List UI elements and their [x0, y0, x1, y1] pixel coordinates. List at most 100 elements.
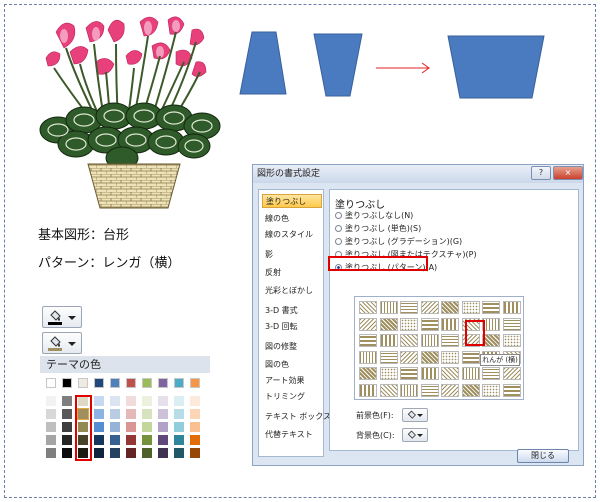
color-swatch[interactable] [190, 396, 200, 406]
color-swatch[interactable] [110, 396, 120, 406]
color-swatch[interactable] [62, 396, 72, 406]
nav-item[interactable]: 3-D 書式 [262, 304, 322, 318]
pattern-swatch[interactable] [379, 383, 398, 397]
color-swatch[interactable] [94, 422, 104, 432]
color-swatch[interactable] [78, 378, 88, 388]
color-swatch[interactable] [110, 435, 120, 445]
nav-item[interactable]: トリミング [262, 390, 322, 404]
nav-item[interactable]: 反射 [262, 266, 322, 280]
color-swatch[interactable] [46, 435, 56, 445]
color-swatch[interactable] [174, 435, 184, 445]
pattern-swatch[interactable] [482, 383, 500, 397]
pattern-swatch[interactable] [359, 334, 377, 347]
radio-dot[interactable] [335, 225, 342, 232]
help-button[interactable]: ? [531, 166, 551, 180]
color-swatch[interactable] [46, 448, 56, 458]
color-swatch[interactable] [126, 435, 136, 445]
foreground-color-button[interactable] [402, 408, 428, 422]
color-swatch[interactable] [142, 378, 152, 388]
color-swatch[interactable] [126, 422, 136, 432]
color-swatch[interactable] [174, 378, 184, 388]
color-swatch[interactable] [190, 448, 200, 458]
color-swatch[interactable] [174, 396, 184, 406]
color-swatch[interactable] [62, 435, 72, 445]
color-swatch[interactable] [62, 422, 72, 432]
color-swatch[interactable] [126, 409, 136, 419]
color-swatch[interactable] [62, 448, 72, 458]
color-swatch[interactable] [158, 409, 168, 419]
color-swatch[interactable] [46, 422, 56, 432]
nav-item[interactable]: 線のスタイル [262, 228, 322, 242]
pattern-swatch[interactable] [441, 350, 459, 364]
nav-item[interactable]: 光彩とぼかし [262, 284, 322, 298]
nav-item[interactable]: 線の色 [262, 212, 322, 226]
pattern-swatch[interactable] [379, 301, 398, 314]
pattern-swatch[interactable] [420, 383, 439, 397]
color-swatch[interactable] [46, 409, 56, 419]
nav-item[interactable]: テキスト ボックス [262, 410, 331, 424]
color-swatch[interactable] [174, 422, 184, 432]
color-swatch[interactable] [62, 409, 72, 419]
pattern-swatch[interactable] [400, 383, 418, 397]
color-swatch[interactable] [62, 378, 72, 388]
color-swatch[interactable] [110, 422, 120, 432]
color-swatch[interactable] [110, 378, 120, 388]
pattern-swatch[interactable] [502, 317, 521, 331]
pattern-swatch[interactable] [400, 301, 418, 314]
color-swatch[interactable] [46, 396, 56, 406]
color-swatch[interactable] [190, 409, 200, 419]
color-swatch[interactable] [110, 409, 120, 419]
pattern-swatch[interactable] [400, 334, 418, 347]
nav-item[interactable]: 図の色 [262, 358, 322, 372]
color-swatch[interactable] [126, 378, 136, 388]
pattern-swatch[interactable] [379, 317, 398, 331]
fill-color-button-alt[interactable] [42, 332, 82, 354]
color-swatch[interactable] [190, 422, 200, 432]
nav-item[interactable]: 影 [262, 248, 322, 262]
pattern-swatch[interactable] [502, 367, 521, 380]
pattern-swatch[interactable] [420, 301, 439, 314]
color-swatch[interactable] [142, 448, 152, 458]
color-swatch[interactable] [142, 396, 152, 406]
pattern-swatch[interactable] [502, 383, 521, 397]
color-swatch[interactable] [174, 409, 184, 419]
pattern-swatch[interactable] [461, 350, 480, 364]
color-swatch[interactable] [190, 378, 200, 388]
pattern-swatch[interactable] [482, 367, 500, 380]
pattern-swatch[interactable] [359, 317, 377, 331]
pattern-swatch[interactable] [482, 301, 500, 314]
color-swatch[interactable] [158, 378, 168, 388]
color-swatch[interactable] [126, 396, 136, 406]
pattern-swatch[interactable] [461, 301, 480, 314]
nav-item[interactable]: 代替テキスト [262, 428, 322, 442]
color-swatch[interactable] [158, 435, 168, 445]
background-color-button[interactable] [402, 428, 428, 442]
pattern-swatch[interactable] [379, 367, 398, 380]
color-swatch[interactable] [94, 448, 104, 458]
color-swatch[interactable] [158, 422, 168, 432]
color-swatch[interactable] [142, 409, 152, 419]
color-swatch[interactable] [158, 448, 168, 458]
pattern-swatch[interactable] [359, 350, 377, 364]
color-swatch[interactable] [190, 435, 200, 445]
pattern-swatch[interactable] [441, 334, 459, 347]
pattern-swatch[interactable] [420, 367, 439, 380]
pattern-swatch[interactable] [441, 383, 459, 397]
nav-item[interactable]: 図の修整 [262, 340, 322, 354]
nav-item[interactable]: 3-D 回転 [262, 320, 322, 334]
fill-option-radio[interactable]: 塗りつぶし (単色)(S) [335, 223, 421, 234]
radio-dot[interactable] [335, 212, 342, 219]
color-swatch[interactable] [158, 396, 168, 406]
close-icon[interactable]: × [553, 166, 583, 180]
pattern-swatch[interactable] [379, 334, 398, 347]
pattern-swatch[interactable] [461, 383, 480, 397]
pattern-swatch[interactable] [420, 317, 439, 331]
pattern-swatch[interactable] [359, 367, 377, 380]
color-swatch[interactable] [126, 448, 136, 458]
pattern-swatch[interactable] [400, 317, 418, 331]
pattern-swatch[interactable] [502, 301, 521, 314]
color-swatch[interactable] [174, 448, 184, 458]
pattern-swatch[interactable] [502, 334, 521, 347]
pattern-swatch[interactable] [420, 334, 439, 347]
pattern-swatch[interactable] [461, 367, 480, 380]
